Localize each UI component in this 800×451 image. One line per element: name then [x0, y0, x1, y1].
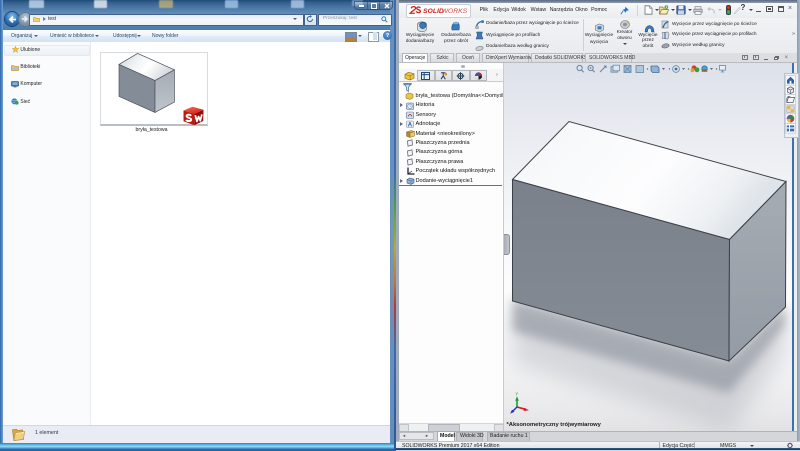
svg-text:Y: Y	[515, 392, 518, 397]
svg-text:A: A	[408, 123, 413, 128]
